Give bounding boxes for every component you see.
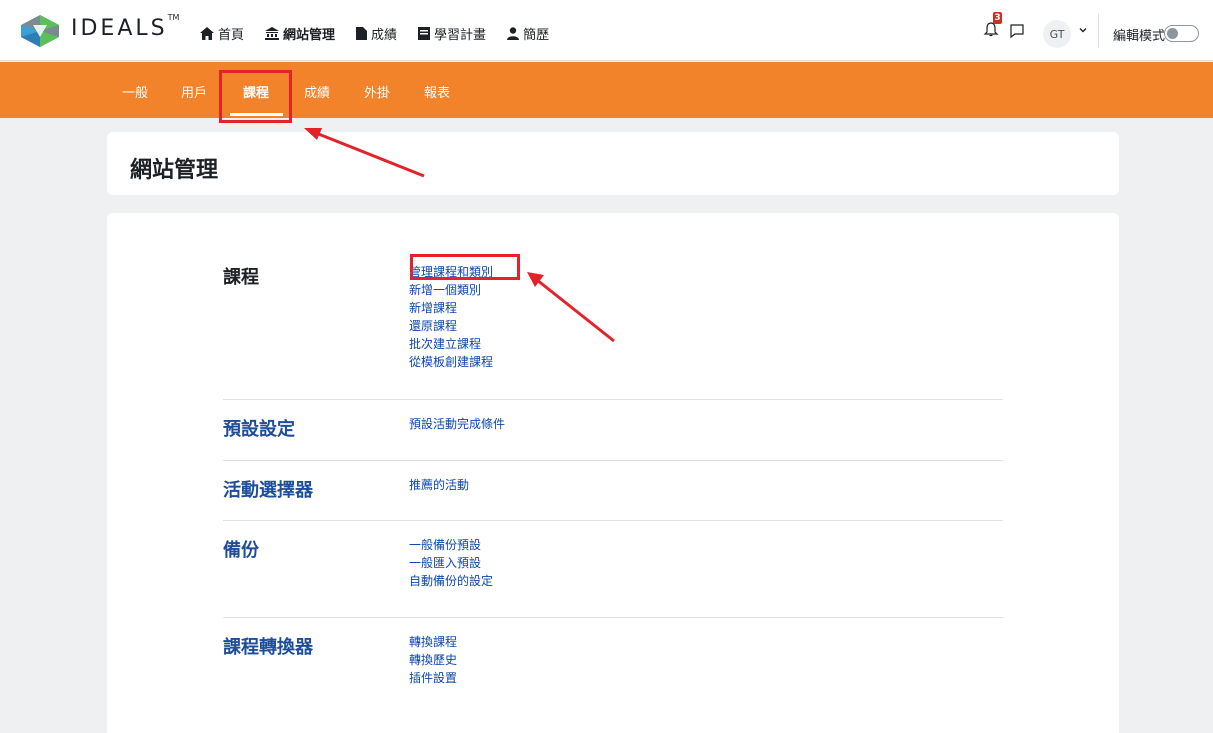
arrow-line-1 (315, 131, 425, 178)
arrow-line-2 (536, 278, 615, 343)
annotation-arrows (304, 128, 615, 343)
arrow-head-1 (304, 128, 322, 140)
